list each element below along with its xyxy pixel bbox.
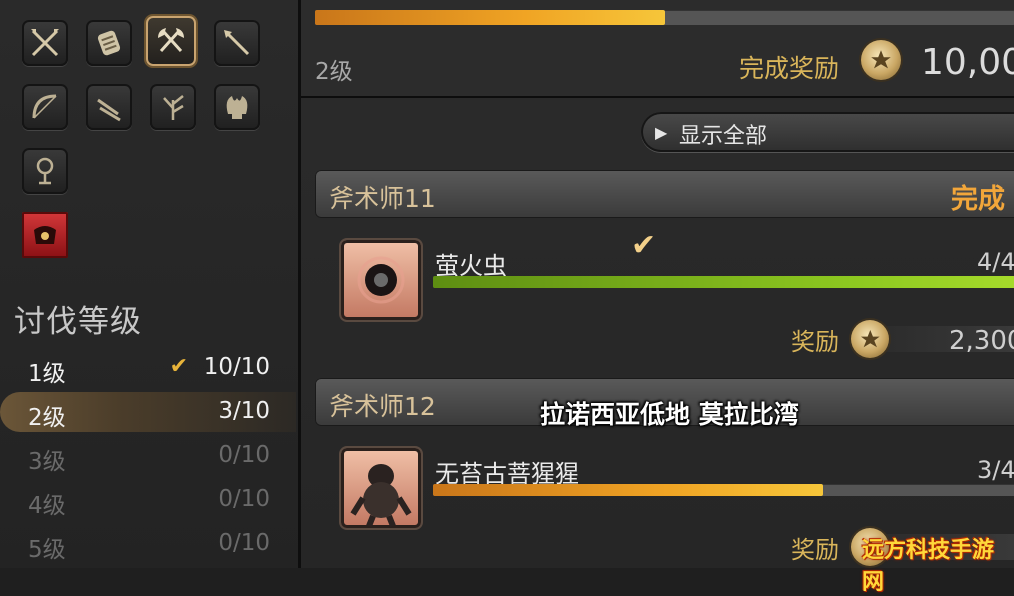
level-count: 3/10 (218, 398, 270, 424)
reward-value: 2,300 (949, 326, 1014, 356)
level-count: 0/10 (218, 442, 270, 468)
summary-progress-fill (315, 10, 665, 25)
target-progress-bar (433, 484, 1014, 496)
show-all-label: 显示全部 (679, 124, 768, 149)
completed-check-icon: ✔ (631, 228, 657, 263)
seal-coin-icon (861, 40, 901, 80)
goblet-icon[interactable] (22, 148, 68, 194)
crossed-axes-icon[interactable] (146, 16, 196, 66)
flame-tree-icon[interactable] (214, 84, 260, 130)
level-row-4[interactable]: 4级 0/10 (0, 480, 296, 520)
hunting-level-title: 讨伐等级 (14, 304, 142, 340)
job-sidebar: 讨伐等级 1级 ✔ 10/10 2级 3/10 3级 0/10 4级 0/10 … (0, 0, 298, 568)
level-label: 3级 (28, 449, 66, 475)
seal-coin-icon (851, 320, 889, 358)
reward-label: 奖励 (791, 536, 839, 564)
group-title: 斧术师11 (329, 184, 436, 213)
target-count: 3/4 (977, 456, 1014, 484)
level-label: 5级 (28, 537, 66, 563)
completion-reward-value: 10,00 (921, 42, 1014, 83)
show-all-button[interactable]: ▶ 显示全部 (641, 112, 1014, 152)
level-row-5[interactable]: 5级 0/10 (0, 524, 296, 564)
location-subtitle: 拉诺西亚低地 莫拉比湾 (540, 400, 799, 429)
group-title: 斧术师12 (329, 392, 436, 421)
level-count: 0/10 (218, 486, 270, 512)
summary-progress-bar (315, 10, 1014, 25)
level-label: 4级 (28, 493, 66, 519)
level-label: 2级 (28, 405, 66, 431)
twin-daggers-icon[interactable] (86, 84, 132, 130)
summary-level: 2级 (315, 59, 353, 85)
level-summary: 2级 完成奖励 10,00 (301, 0, 1014, 98)
bow-icon[interactable] (22, 84, 68, 130)
target-progress-fill (433, 276, 1014, 288)
level-count: 0/10 (218, 530, 270, 556)
reward-label: 奖励 (791, 328, 839, 356)
watermark: 远方科技手游网 (862, 538, 995, 595)
complete-status: 完成 (951, 184, 1005, 215)
red-crest-icon[interactable] (22, 212, 68, 258)
level-row-1[interactable]: 1级 ✔ 10/10 (0, 348, 296, 388)
check-icon: ✔ (169, 354, 188, 379)
lance-icon[interactable] (214, 20, 260, 66)
fist-icon[interactable] (86, 20, 132, 66)
target-count: 4/4 (977, 248, 1014, 276)
group-header-axe11[interactable]: 斧术师11 完成 (315, 170, 1014, 218)
hunting-log-panel: 2级 完成奖励 10,00 ▶ 显示全部 斧术师11 完成 ✔ 萤火虫 4/4 … (301, 0, 1014, 568)
level-row-3[interactable]: 3级 0/10 (0, 436, 296, 476)
crossed-swords-icon[interactable] (22, 20, 68, 66)
level-label: 1级 (28, 361, 66, 387)
branch-icon[interactable] (150, 84, 196, 130)
level-count: 10/10 (203, 354, 270, 380)
completion-reward-label: 完成奖励 (739, 54, 840, 83)
firefly-icon[interactable] (341, 240, 421, 320)
target-progress-fill (433, 484, 823, 496)
target-progress-bar (433, 276, 1014, 288)
ape-icon[interactable] (341, 448, 421, 528)
play-triangle-icon: ▶ (655, 123, 668, 142)
level-row-2[interactable]: 2级 3/10 (0, 392, 296, 432)
